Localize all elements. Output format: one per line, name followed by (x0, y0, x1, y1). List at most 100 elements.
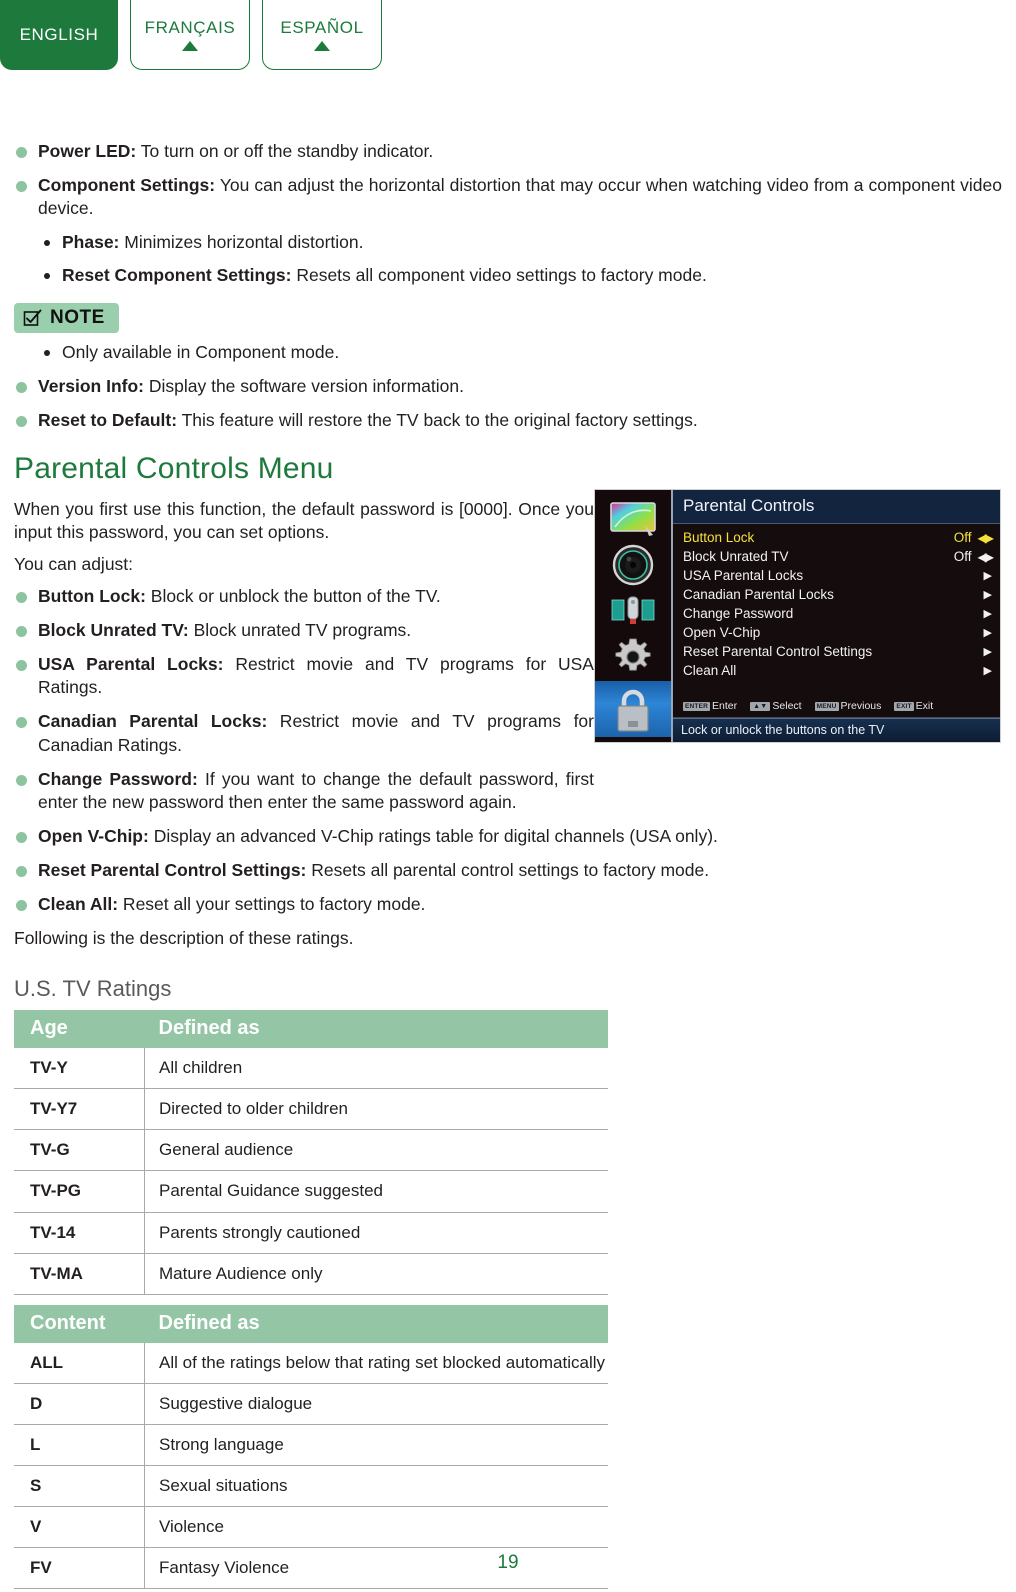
bullet-term: Clean All: (38, 893, 119, 914)
osd-item-label: Change Password (683, 606, 794, 621)
table-header-row: Content Defined as (14, 1304, 608, 1343)
cell-age: TV-14 (14, 1212, 145, 1254)
table-row: TV-PG Parental Guidance suggested (14, 1170, 608, 1213)
cell-definition: All children (144, 1048, 608, 1090)
table-row: TV-Y7 Directed to older children (14, 1088, 608, 1131)
bullet-term: Reset Component Settings: (62, 265, 292, 286)
page-title: Parental Controls Menu (14, 451, 334, 485)
language-tab-francais[interactable]: FRANÇAIS (130, 0, 250, 70)
chevron-right-icon[interactable]: ▶ (984, 626, 992, 639)
key-hint-enter: ENTER Enter (683, 700, 737, 712)
table-row: D Suggestive dialogue (14, 1383, 608, 1425)
cell-age: TV-Y7 (14, 1088, 145, 1131)
cell-definition: Strong language (144, 1424, 608, 1467)
bullet-desc: Resets all component video settings to f… (291, 265, 707, 286)
feature-bullet-list-after-note: Version Info: Display the software versi… (14, 375, 1002, 432)
key-hint-label: Select (772, 700, 802, 712)
feature-bullet-list-top: Power LED: To turn on or off the standby… (14, 140, 1002, 287)
picture-icon[interactable] (606, 497, 660, 541)
list-item: Phase: Minimizes horizontal distortion. (14, 231, 1002, 254)
bullet-term: Power LED: (38, 141, 137, 161)
left-right-arrow-icon[interactable]: ◀▶ (978, 550, 995, 564)
table-row: ALL All of the ratings below that rating… (14, 1342, 608, 1384)
chevron-right-icon[interactable]: ▶ (984, 569, 992, 582)
column-header-defined-as: Defined as (144, 1010, 608, 1049)
menu-key-icon: MENU (814, 701, 839, 711)
cell-content-code: ALL (14, 1342, 145, 1384)
osd-item-label: Reset Parental Control Settings (683, 644, 873, 659)
list-item: Component Settings: You can adjust the h… (14, 174, 1002, 220)
cell-age: TV-PG (14, 1170, 145, 1213)
osd-item-label: Block Unrated TV (683, 549, 789, 564)
chevron-right-icon[interactable]: ▶ (984, 645, 992, 658)
language-tab-bar: ENGLISH FRANÇAIS ESPAÑOL (0, 0, 382, 70)
chevron-right-icon[interactable]: ▶ (984, 607, 992, 620)
bullet-desc: Minimizes horizontal distortion. (119, 232, 364, 253)
cell-definition: Parental Guidance suggested (144, 1170, 608, 1213)
key-hint-exit: EXIT Exit (894, 700, 933, 712)
table-row: TV-Y All children (14, 1048, 608, 1090)
sound-speaker-icon[interactable] (606, 543, 660, 587)
updown-arrow-key-icon: ▲▼ (750, 701, 771, 711)
language-tab-label: ENGLISH (19, 25, 99, 44)
list-item: Only available in Component mode. (14, 341, 1002, 364)
osd-key-hint-bar: ENTER Enter ▲▼ Select MENU Previous EXIT Exi… (673, 696, 1000, 718)
bullet-term: Version Info: (38, 375, 144, 396)
osd-item-label: USA Parental Locks (683, 568, 804, 583)
language-tab-label: ESPAÑOL (280, 18, 364, 37)
list-item: Power LED: To turn on or off the standby… (14, 140, 1002, 163)
osd-item-value: Off (953, 549, 972, 564)
key-hint-previous: MENU Previous (814, 700, 882, 712)
table-row: TV-G General audience (14, 1129, 608, 1172)
osd-item-label: Canadian Parental Locks (683, 587, 834, 602)
column-header-content: Content (14, 1304, 145, 1343)
chevron-right-icon[interactable]: ▶ (984, 588, 992, 601)
key-hint-select: ▲▼ Select (750, 700, 802, 712)
cell-definition: Mature Audience only (144, 1253, 608, 1295)
osd-menu-item-change-password[interactable]: Change Password ▶ (673, 604, 1000, 623)
bullet-term: Phase: (62, 232, 120, 253)
settings-gear-icon[interactable] (606, 635, 660, 679)
page-number: 19 (497, 1552, 519, 1573)
bullet-desc: Display an advanced V-Chip ratings table… (148, 825, 718, 846)
tv-osd-screenshot: Parental Controls Button Lock Off ◀▶ Blo… (595, 490, 1000, 742)
bullet-desc: Reset all your settings to factory mode. (118, 893, 426, 914)
list-item: Reset Component Settings: Resets all com… (14, 264, 1002, 287)
note-label: NOTE (50, 307, 105, 329)
osd-menu-item-usa-parental-locks[interactable]: USA Parental Locks ▶ (673, 566, 1000, 585)
table-header-row: Age Defined as (14, 1010, 608, 1049)
note-bullet-list: Only available in Component mode. (14, 341, 1002, 364)
bullet-term: USA Parental Locks: (38, 654, 224, 675)
osd-item-label: Clean All (683, 663, 737, 678)
content-ratings-table: Content Defined as ALL All of the rating… (14, 1304, 608, 1590)
cell-content-code: S (14, 1465, 145, 1508)
cell-definition: Suggestive dialogue (144, 1383, 608, 1425)
bullet-term: Open V-Chip: (38, 825, 149, 846)
osd-menu-item-block-unrated-tv[interactable]: Block Unrated TV Off ◀▶ (673, 547, 1000, 566)
channel-satellite-icon[interactable] (606, 589, 660, 633)
list-item: Change Password: If you want to change t… (14, 768, 594, 814)
left-right-arrow-icon[interactable]: ◀▶ (978, 531, 995, 545)
language-tab-label: FRANÇAIS (144, 18, 236, 37)
chevron-up-icon (314, 41, 330, 51)
osd-menu-item-reset-parental-control-settings[interactable]: Reset Parental Control Settings ▶ (673, 642, 1000, 661)
osd-menu-item-open-v-chip[interactable]: Open V-Chip ▶ (673, 623, 1000, 642)
cell-age: TV-G (14, 1129, 145, 1172)
cell-content-code: V (14, 1506, 145, 1549)
cell-definition: Violence (144, 1506, 608, 1549)
language-tab-espanol[interactable]: ESPAÑOL (262, 0, 382, 70)
bullet-term: Reset Parental Control Settings: (38, 859, 307, 880)
osd-main-panel: Parental Controls Button Lock Off ◀▶ Blo… (671, 490, 1000, 742)
list-item: Clean All: Reset all your settings to fa… (14, 893, 1002, 916)
osd-menu-item-canadian-parental-locks[interactable]: Canadian Parental Locks ▶ (673, 585, 1000, 604)
osd-menu-item-button-lock[interactable]: Button Lock Off ◀▶ (673, 528, 1000, 547)
lock-padlock-icon[interactable] (595, 681, 671, 737)
cell-definition: General audience (144, 1129, 608, 1172)
bullet-term: Component Settings: (38, 175, 216, 196)
language-tab-english[interactable]: ENGLISH (0, 0, 118, 70)
key-hint-label: Previous (840, 700, 882, 712)
osd-menu-item-clean-all[interactable]: Clean All ▶ (673, 661, 1000, 680)
table-row: TV-MA Mature Audience only (14, 1253, 608, 1295)
cell-content-code: D (14, 1383, 145, 1425)
chevron-right-icon[interactable]: ▶ (984, 664, 992, 677)
